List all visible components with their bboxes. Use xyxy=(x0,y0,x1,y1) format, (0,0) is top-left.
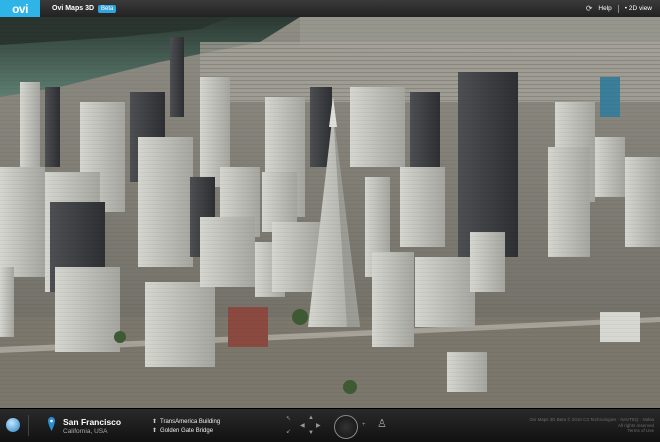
help-link[interactable]: Help xyxy=(598,5,611,12)
tilt-down-icon[interactable]: ↙ xyxy=(286,428,291,435)
top-bar: ovi Ovi Maps 3D Beta ⟳ Help • 2D view xyxy=(0,0,660,18)
arrow-up-icon: ⬆ xyxy=(152,428,158,434)
top-right-controls: ⟳ Help • 2D view xyxy=(586,0,652,17)
nearby-label: Golden Gate Bridge xyxy=(160,427,214,434)
nearby-link-transamerica[interactable]: ⬆ TransAmerica Building xyxy=(152,418,221,426)
nearby-link-golden-gate[interactable]: ⬆ Golden Gate Bridge xyxy=(152,427,214,435)
arrow-up-icon: ⬆ xyxy=(152,419,158,425)
2d-view-toggle[interactable]: • 2D view xyxy=(625,5,652,12)
sign-in-icon[interactable]: ⟳ xyxy=(586,4,593,13)
beta-badge: Beta xyxy=(98,4,117,13)
ovi-logo[interactable]: ovi xyxy=(0,0,40,17)
pan-right-icon[interactable]: ▶ xyxy=(316,422,321,429)
location-pin-icon xyxy=(48,417,55,431)
globe-icon[interactable] xyxy=(6,418,20,432)
divider xyxy=(28,415,29,436)
tilt-up-icon[interactable]: ↖ xyxy=(286,415,291,422)
navigation-controls: ↖ ↙ ▲ ◀ ▶ ▼ + ♙ xyxy=(280,411,390,441)
city-3d-render xyxy=(0,17,660,408)
divider xyxy=(617,4,619,13)
rotation-dial[interactable] xyxy=(334,415,358,439)
copyright-text: Ovi Maps 3D Beta © 2010 C3 Technologies … xyxy=(530,417,654,434)
street-view-person-icon[interactable]: ♙ xyxy=(377,417,387,430)
pan-left-icon[interactable]: ◀ xyxy=(300,422,305,429)
nearby-label: TransAmerica Building xyxy=(160,418,221,425)
terms-link[interactable]: Terms of Use xyxy=(530,428,654,434)
location-country: California, USA xyxy=(63,428,108,435)
zoom-icon[interactable]: + xyxy=(362,422,366,428)
bottom-bar: San Francisco California, USA ⬆ TransAme… xyxy=(0,408,660,442)
app-title: Ovi Maps 3D xyxy=(52,5,95,12)
map-3d-viewport[interactable] xyxy=(0,17,660,408)
pan-up-icon[interactable]: ▲ xyxy=(308,415,314,421)
pan-down-icon[interactable]: ▼ xyxy=(308,430,314,436)
copyright-line: Ovi Maps 3D Beta © 2010 C3 Technologies … xyxy=(529,417,654,422)
location-name: San Francisco xyxy=(63,417,122,427)
